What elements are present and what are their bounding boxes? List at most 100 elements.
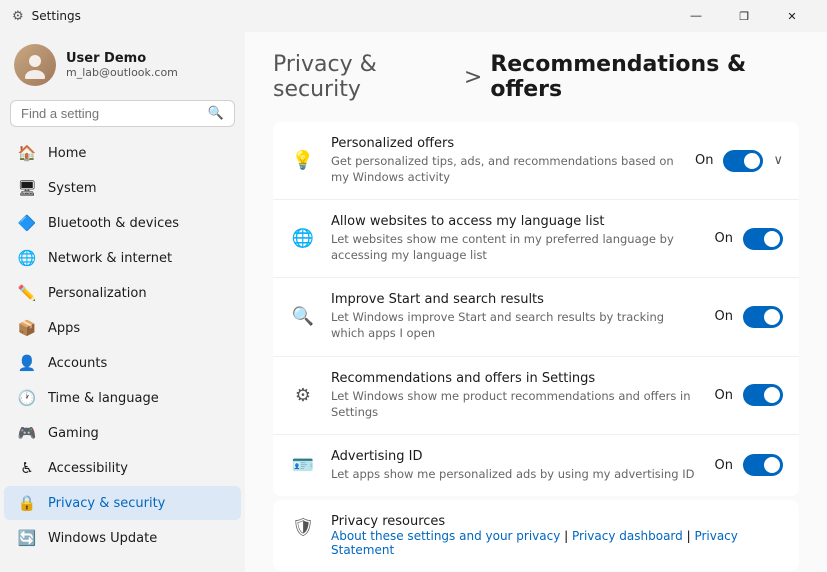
privacy-link-separator: | (560, 529, 572, 543)
sidebar-item-label-bluetooth: Bluetooth & devices (48, 216, 179, 231)
title-bar-left: ⚙ Settings (12, 9, 81, 24)
settings-card: 💡 Personalized offers Get personalized t… (273, 122, 799, 496)
sidebar-item-personalization[interactable]: ✏️ Personalization (4, 276, 241, 310)
setting-text-4: Advertising ID Let apps show me personal… (331, 449, 701, 482)
setting-desc-1: Let websites show me content in my prefe… (331, 231, 701, 263)
settings-icon: ⚙ (12, 9, 24, 24)
sidebar-item-home[interactable]: 🏠 Home (4, 136, 241, 170)
privacy-resources-content: Privacy resources About these settings a… (331, 514, 783, 557)
setting-desc-0: Get personalized tips, ads, and recommen… (331, 153, 681, 185)
setting-state-3: On (715, 388, 733, 403)
setting-title-1: Allow websites to access my language lis… (331, 214, 701, 229)
setting-text-2: Improve Start and search results Let Win… (331, 292, 701, 341)
minimize-button[interactable]: — (673, 0, 719, 32)
close-button[interactable]: ✕ (769, 0, 815, 32)
setting-controls-3: On (715, 384, 783, 406)
sidebar-item-gaming[interactable]: 🎮 Gaming (4, 416, 241, 450)
privacy-links: About these settings and your privacy | … (331, 529, 783, 557)
setting-icon-3: ⚙ (289, 381, 317, 409)
sidebar-item-accounts[interactable]: 👤 Accounts (4, 346, 241, 380)
setting-row-0: 💡 Personalized offers Get personalized t… (273, 122, 799, 200)
setting-toggle-3[interactable] (743, 384, 783, 406)
setting-icon-0: 💡 (289, 147, 317, 175)
sidebar-item-time[interactable]: 🕐 Time & language (4, 381, 241, 415)
sidebar-item-privacy[interactable]: 🔒 Privacy & security (4, 486, 241, 520)
sidebar-item-apps[interactable]: 📦 Apps (4, 311, 241, 345)
setting-state-0: On (695, 153, 713, 168)
setting-title-4: Advertising ID (331, 449, 701, 464)
privacy-icon: 🔒 (18, 494, 36, 512)
accessibility-icon: ♿ (18, 459, 36, 477)
sidebar-item-label-privacy: Privacy & security (48, 496, 165, 511)
title-bar: ⚙ Settings — ❐ ✕ (0, 0, 827, 32)
setting-row-2: 🔍 Improve Start and search results Let W… (273, 278, 799, 356)
setting-toggle-2[interactable] (743, 306, 783, 328)
sidebar-item-bluetooth[interactable]: 🔷 Bluetooth & devices (4, 206, 241, 240)
privacy-link-separator: | (683, 529, 695, 543)
privacy-link-0[interactable]: About these settings and your privacy (331, 529, 560, 543)
breadcrumb-separator: > (464, 65, 482, 90)
bluetooth-icon: 🔷 (18, 214, 36, 232)
setting-row-3: ⚙ Recommendations and offers in Settings… (273, 357, 799, 435)
setting-text-3: Recommendations and offers in Settings L… (331, 371, 701, 420)
sidebar-item-update[interactable]: 🔄 Windows Update (4, 521, 241, 555)
chevron-down-icon[interactable]: ∨ (773, 153, 783, 168)
setting-toggle-4[interactable] (743, 454, 783, 476)
sidebar-item-label-apps: Apps (48, 321, 80, 336)
setting-controls-2: On (715, 306, 783, 328)
setting-toggle-0[interactable] (723, 150, 763, 172)
search-box[interactable]: 🔍 (10, 100, 235, 127)
sidebar-item-network[interactable]: 🌐 Network & internet (4, 241, 241, 275)
setting-state-1: On (715, 231, 733, 246)
sidebar-item-label-update: Windows Update (48, 531, 157, 546)
apps-icon: 📦 (18, 319, 36, 337)
home-icon: 🏠 (18, 144, 36, 162)
setting-title-3: Recommendations and offers in Settings (331, 371, 701, 386)
app-body: User Demo m_lab@outlook.com 🔍 🏠 Home 🖥 S… (0, 32, 827, 572)
sidebar-item-label-accessibility: Accessibility (48, 461, 128, 476)
breadcrumb-parent: Privacy & security (273, 52, 456, 102)
user-profile[interactable]: User Demo m_lab@outlook.com (0, 32, 245, 100)
personalization-icon: ✏️ (18, 284, 36, 302)
sidebar-item-label-time: Time & language (48, 391, 159, 406)
setting-desc-2: Let Windows improve Start and search res… (331, 309, 701, 341)
setting-desc-4: Let apps show me personalized ads by usi… (331, 466, 701, 482)
sidebar-item-accessibility[interactable]: ♿ Accessibility (4, 451, 241, 485)
setting-controls-4: On (715, 454, 783, 476)
breadcrumb-current: Recommendations & offers (490, 52, 799, 102)
sidebar-item-system[interactable]: 🖥 System (4, 171, 241, 205)
setting-desc-3: Let Windows show me product recommendati… (331, 388, 701, 420)
sidebar-item-label-system: System (48, 181, 96, 196)
maximize-button[interactable]: ❐ (721, 0, 767, 32)
sidebar-item-label-gaming: Gaming (48, 426, 99, 441)
setting-title-2: Improve Start and search results (331, 292, 701, 307)
setting-title-0: Personalized offers (331, 136, 681, 151)
setting-text-0: Personalized offers Get personalized tip… (331, 136, 681, 185)
search-input[interactable] (21, 106, 200, 121)
title-bar-title: Settings (32, 9, 81, 23)
avatar (14, 44, 56, 86)
privacy-resources-card: 🛡 Privacy resources About these settings… (273, 500, 799, 571)
sidebar-item-label-network: Network & internet (48, 251, 172, 266)
time-icon: 🕐 (18, 389, 36, 407)
setting-state-2: On (715, 309, 733, 324)
sidebar-item-label-personalization: Personalization (48, 286, 147, 301)
privacy-resources-title: Privacy resources (331, 514, 783, 529)
user-info: User Demo m_lab@outlook.com (66, 51, 178, 79)
sidebar-item-label-accounts: Accounts (48, 356, 107, 371)
sidebar: User Demo m_lab@outlook.com 🔍 🏠 Home 🖥 S… (0, 32, 245, 572)
accounts-icon: 👤 (18, 354, 36, 372)
sidebar-nav: 🏠 Home 🖥 System 🔷 Bluetooth & devices 🌐 … (0, 135, 245, 556)
setting-icon-2: 🔍 (289, 303, 317, 331)
setting-text-1: Allow websites to access my language lis… (331, 214, 701, 263)
setting-controls-0: On ∨ (695, 150, 783, 172)
privacy-link-1[interactable]: Privacy dashboard (572, 529, 683, 543)
setting-icon-4: 🪪 (289, 451, 317, 479)
setting-toggle-1[interactable] (743, 228, 783, 250)
setting-icon-1: 🌐 (289, 225, 317, 253)
gaming-icon: 🎮 (18, 424, 36, 442)
setting-row-4: 🪪 Advertising ID Let apps show me person… (273, 435, 799, 496)
update-icon: 🔄 (18, 529, 36, 547)
setting-row-1: 🌐 Allow websites to access my language l… (273, 200, 799, 278)
network-icon: 🌐 (18, 249, 36, 267)
